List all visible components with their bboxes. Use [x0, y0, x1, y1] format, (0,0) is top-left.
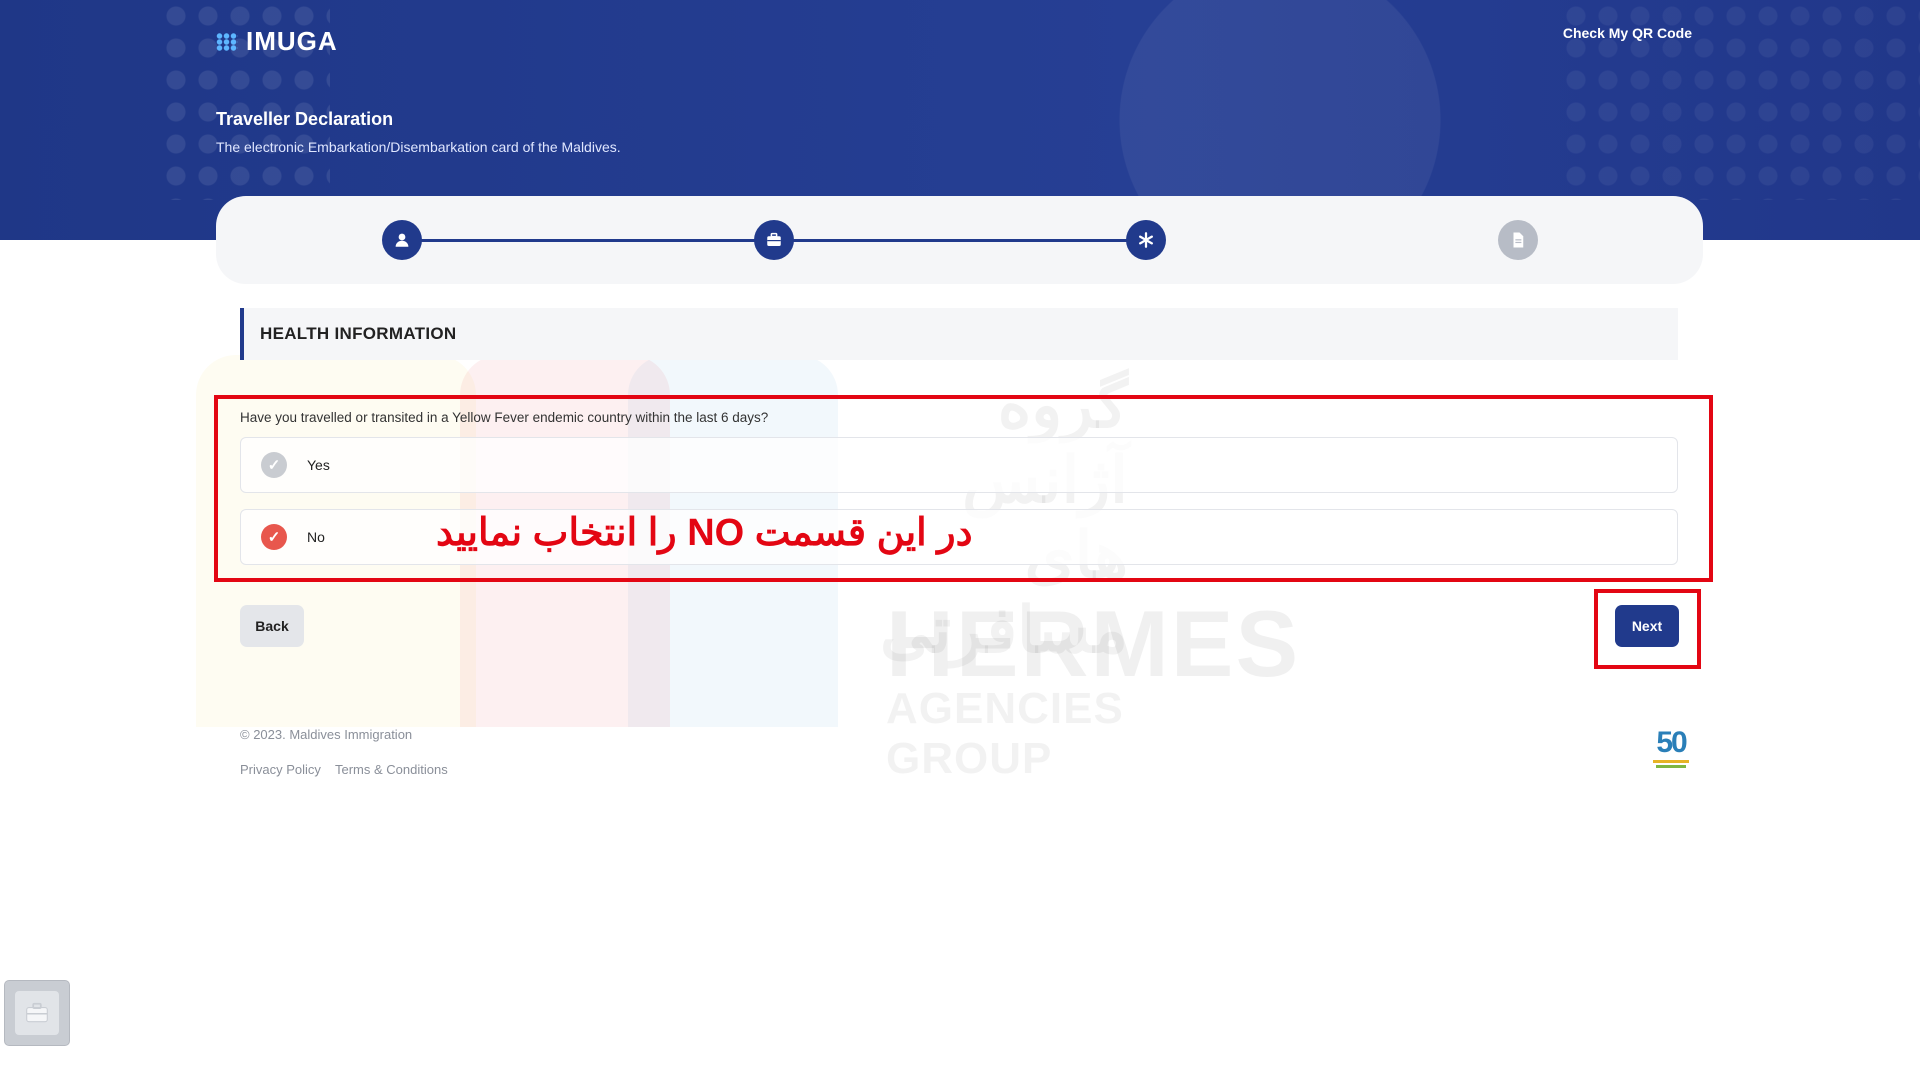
briefcase-icon [26, 1002, 48, 1023]
step-health[interactable] [1126, 220, 1166, 260]
step-personal[interactable] [382, 220, 422, 260]
step-travel[interactable] [754, 220, 794, 260]
page-title: Traveller Declaration [216, 109, 394, 129]
logo-text: IMUGA [246, 26, 338, 56]
back-button[interactable]: Back [240, 605, 304, 647]
terms-conditions-link[interactable]: Terms & Conditions [335, 762, 448, 777]
annotation-instruction-text: در این قسمت NO را انتخاب نمایید [436, 512, 973, 554]
watermark-agencies-text: AGENCIES GROUP [886, 684, 1124, 783]
logo-dots-icon [216, 32, 238, 51]
privacy-policy-link[interactable]: Privacy Policy [240, 762, 321, 777]
50-years-badge-logo: 50 [1648, 728, 1694, 776]
copyright-text: © 2023. Maldives Immigration [240, 727, 413, 742]
badge-number: 50 [1656, 726, 1687, 759]
chat-widget-button[interactable] [5, 981, 69, 1045]
document-icon [1513, 232, 1524, 248]
section-heading-text: HEALTH INFORMATION [260, 324, 457, 343]
progress-stepper [216, 196, 1703, 284]
briefcase-icon [767, 232, 781, 246]
page-subtitle: The electronic Embarkation/Disembarkatio… [216, 139, 621, 155]
next-button[interactable]: Next [1615, 605, 1679, 647]
asterisk-icon [1139, 232, 1153, 248]
check-qr-code-link[interactable]: Check My QR Code [1563, 25, 1692, 41]
imuga-logo[interactable]: IMUGA [216, 26, 338, 57]
watermark-hermes-text: HERMES [886, 591, 1301, 696]
user-icon [395, 233, 409, 247]
section-heading: HEALTH INFORMATION [240, 308, 1678, 360]
step-declaration[interactable] [1498, 220, 1538, 260]
